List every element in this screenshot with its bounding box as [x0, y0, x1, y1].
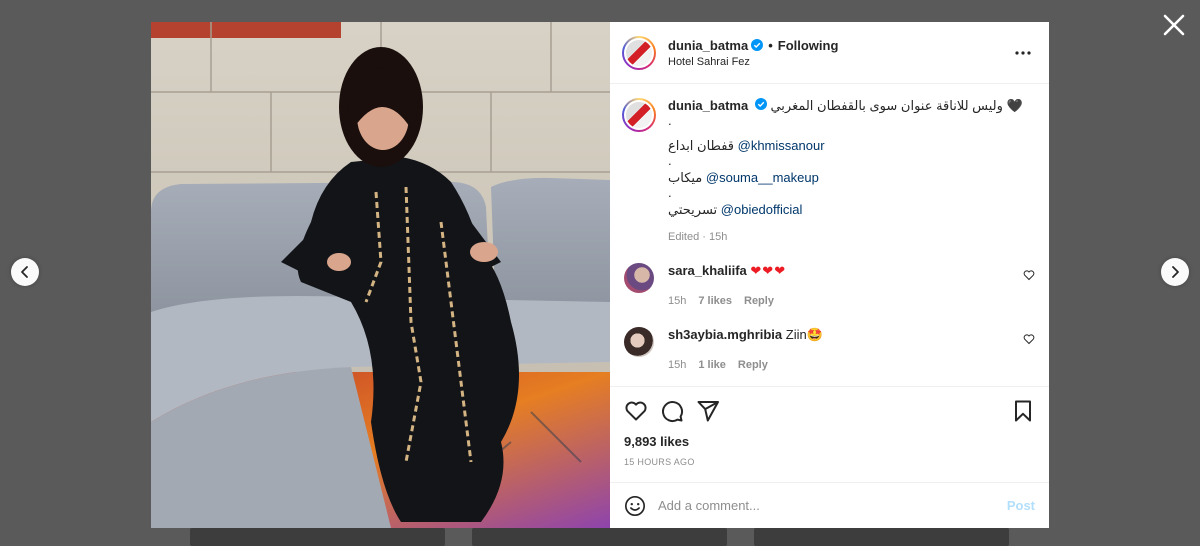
likes-count[interactable]: 9,893 likes	[624, 434, 1035, 449]
verified-icon	[751, 39, 764, 51]
comment-item: sh3aybia.mghribia Ziin🤩 15h 1 like Reply	[622, 327, 1035, 373]
background-thumbnail	[472, 528, 727, 546]
background-thumbnail	[754, 528, 1009, 546]
more-options-button[interactable]	[1011, 41, 1035, 65]
post-timestamp: 15 HOURS AGO	[624, 457, 695, 467]
mention-link[interactable]: @souma__makeup	[706, 170, 819, 185]
send-icon	[697, 401, 719, 422]
post-actions: 9,893 likes 15 HOURS AGO	[610, 386, 1049, 482]
post-panel: dunia_batma • Following Hotel Sahrai Fez	[610, 22, 1049, 528]
caption-line-2-text: قفطان ابداع	[668, 138, 734, 153]
caption-dot: .	[668, 113, 672, 128]
post-comment-button[interactable]: Post	[1007, 498, 1035, 513]
comment-time: 15h	[668, 295, 687, 307]
author-username[interactable]: dunia_batma	[668, 38, 748, 53]
comment-likes[interactable]: 1 like	[698, 357, 726, 373]
caption-line-3-text: ميكاب	[668, 170, 703, 185]
more-horizontal-icon	[1015, 50, 1031, 55]
caption-line-4-text: تسريحتي	[668, 202, 718, 217]
comment-time: 15h	[668, 359, 687, 371]
caption-line-1: وليس للاناقة عنوان سوى بالقفطان المغربي …	[770, 98, 1023, 113]
share-button[interactable]	[696, 399, 720, 423]
previous-post-button[interactable]	[11, 258, 39, 286]
comment-text: ❤❤❤	[750, 263, 787, 278]
chevron-right-icon	[1172, 266, 1179, 278]
commenter-username[interactable]: sara_khaliifa	[668, 263, 747, 278]
comment-input[interactable]	[658, 498, 1007, 513]
caption-meta: Edited · 15h	[668, 231, 728, 243]
heart-icon	[625, 401, 647, 421]
post-header: dunia_batma • Following Hotel Sahrai Fez	[610, 22, 1049, 84]
comment-icon	[662, 401, 684, 423]
caption-username[interactable]: dunia_batma	[668, 98, 748, 113]
comment-likes[interactable]: 7 likes	[698, 293, 732, 309]
mention-link[interactable]: @obiedofficial	[721, 202, 803, 217]
caption-dot: .	[668, 185, 672, 200]
like-button[interactable]	[624, 399, 648, 423]
reply-button[interactable]: Reply	[744, 293, 774, 309]
following-button[interactable]: Following	[778, 38, 839, 53]
comment-text: Ziin🤩	[785, 327, 823, 342]
reply-button[interactable]: Reply	[738, 357, 768, 373]
comments-section[interactable]: dunia_batma وليس للاناقة عنوان سوى بالقف…	[610, 84, 1049, 386]
author-avatar[interactable]	[622, 35, 656, 70]
caption: dunia_batma وليس للاناقة عنوان سوى بالقف…	[622, 98, 1035, 245]
emoji-icon[interactable]	[624, 495, 646, 517]
caption-avatar[interactable]	[622, 98, 656, 132]
background-thumbnail	[190, 528, 445, 546]
commenter-avatar[interactable]	[624, 263, 654, 293]
location-link[interactable]: Hotel Sahrai Fez	[668, 56, 1011, 68]
post-photo	[151, 22, 610, 528]
comment-item: sara_khaliifa ❤❤❤ 15h 7 likes Reply	[622, 263, 1035, 309]
caption-dot: .	[668, 153, 672, 168]
save-button[interactable]	[1011, 399, 1035, 423]
next-post-button[interactable]	[1161, 258, 1189, 286]
heart-icon[interactable]	[1023, 269, 1035, 281]
comment-button[interactable]	[660, 399, 684, 423]
mention-link[interactable]: @khmissanour	[738, 138, 825, 153]
close-button[interactable]	[1162, 13, 1186, 37]
heart-icon[interactable]	[1023, 333, 1035, 345]
post-modal: dunia_batma • Following Hotel Sahrai Fez	[151, 22, 1049, 528]
commenter-username[interactable]: sh3aybia.mghribia	[668, 327, 782, 342]
close-icon	[1163, 14, 1185, 36]
verified-icon	[754, 98, 767, 110]
add-comment-bar: Post	[610, 482, 1049, 528]
separator-dot: •	[768, 37, 773, 53]
bookmark-icon	[1015, 400, 1031, 422]
commenter-avatar[interactable]	[624, 327, 654, 357]
chevron-left-icon	[21, 266, 28, 278]
post-image[interactable]	[151, 22, 610, 528]
